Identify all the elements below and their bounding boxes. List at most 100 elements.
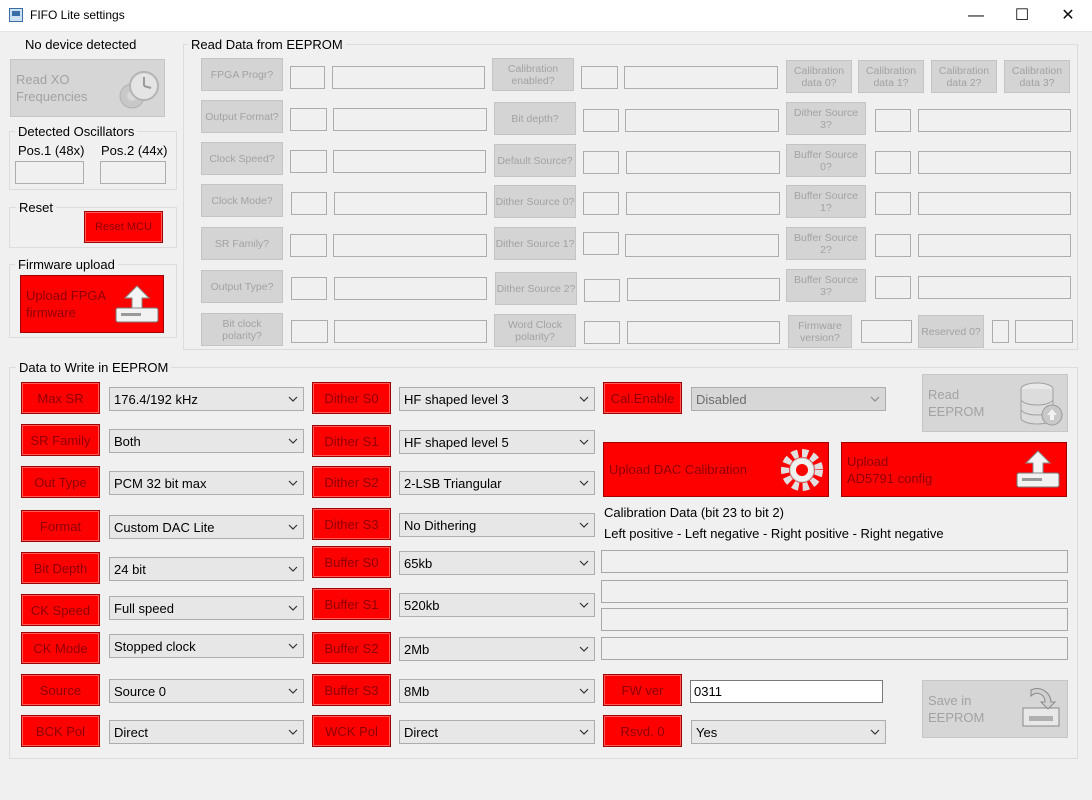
ck-mode-button[interactable]: CK Mode	[21, 632, 100, 664]
buffer-s2-select[interactable]: 2Mb	[399, 637, 595, 661]
rsvd-0-select[interactable]: Yes	[691, 720, 886, 744]
fpga-progr-button[interactable]: FPGA Progr?	[201, 58, 283, 91]
app-icon	[9, 8, 23, 22]
ck-speed-select[interactable]: Full speed	[109, 596, 304, 620]
word-clock-polarity-button[interactable]: Word Clock polarity?	[494, 314, 576, 347]
firmware-version-button[interactable]: Firmware version?	[788, 315, 852, 348]
output-type-button[interactable]: Output Type?	[201, 270, 283, 303]
buffer-s2-button[interactable]: Buffer S2	[312, 632, 391, 664]
calibration-field-right-negative[interactable]	[601, 637, 1068, 660]
cal-enable-button[interactable]: Cal.Enable	[603, 382, 682, 414]
buffer-s3-button[interactable]: Buffer S3	[312, 674, 391, 706]
calibration-data-3-button[interactable]: Calibration data 3?	[1004, 60, 1070, 93]
max-sr-button[interactable]: Max SR	[21, 382, 100, 414]
buffer-source-3-value	[875, 276, 911, 299]
upload-dac-calibration-button[interactable]: Upload DAC Calibration	[603, 442, 829, 497]
dither-s3-select[interactable]: No Dithering	[399, 513, 595, 537]
buffer-source-3-button[interactable]: Buffer Source 3?	[786, 269, 866, 302]
buffer-source-2-button[interactable]: Buffer Source 2?	[786, 227, 866, 260]
sr-family-write-button[interactable]: SR Family	[21, 424, 100, 456]
output-type-value	[291, 277, 327, 300]
calibration-data-0-button[interactable]: Calibration data 0?	[786, 60, 852, 93]
read-xo-frequencies-button[interactable]: Read XO Frequencies	[10, 59, 165, 117]
source-select[interactable]: Source 0	[109, 679, 304, 703]
chevron-down-icon	[288, 643, 298, 649]
dither-source-2-value	[584, 279, 620, 302]
source-button[interactable]: Source	[21, 674, 100, 706]
bit-depth-button[interactable]: Bit depth?	[494, 102, 576, 135]
calibration-enabled-button[interactable]: Calibration enabled?	[492, 58, 574, 91]
minimize-button[interactable]: —	[953, 0, 999, 32]
dither-source-0-value	[583, 192, 619, 215]
out-type-button[interactable]: Out Type	[21, 466, 100, 498]
calibration-field-left-negative[interactable]	[601, 580, 1068, 603]
buffer-source-1-button[interactable]: Buffer Source 1?	[786, 185, 866, 218]
calibration-field-right-positive[interactable]	[601, 608, 1068, 631]
buffer-source-0-desc	[918, 151, 1071, 174]
pos2-label: Pos.2 (44x)	[101, 143, 168, 158]
dither-s2-select[interactable]: 2-LSB Triangular	[399, 471, 595, 495]
maximize-button[interactable]: ☐	[999, 0, 1045, 32]
out-type-select[interactable]: PCM 32 bit max	[109, 471, 304, 495]
dither-source-0-button[interactable]: Dither Source 0?	[494, 185, 576, 218]
output-format-button[interactable]: Output Format?	[201, 100, 283, 133]
buffer-s0-button[interactable]: Buffer S0	[312, 546, 391, 578]
bit-depth-select[interactable]: 24 bit	[109, 557, 304, 581]
close-button[interactable]: ✕	[1045, 0, 1091, 32]
wck-pol-select[interactable]: Direct	[399, 720, 595, 744]
fw-ver-button[interactable]: FW ver	[603, 674, 682, 706]
reset-mcu-button[interactable]: Reset MCU	[84, 211, 163, 243]
bit-clock-polarity-button[interactable]: Bit clock polarity?	[201, 313, 283, 346]
clock-mode-button[interactable]: Clock Mode?	[201, 184, 283, 217]
cal-enable-select[interactable]: Disabled	[691, 387, 886, 411]
buffer-source-0-button[interactable]: Buffer Source 0?	[786, 144, 866, 177]
bit-depth-write-button[interactable]: Bit Depth	[21, 552, 100, 584]
sr-family-button[interactable]: SR Family?	[201, 227, 283, 260]
sr-family-select-value: Both	[114, 433, 141, 449]
dither-s0-select[interactable]: HF shaped level 3	[399, 387, 595, 411]
format-value: Custom DAC Lite	[114, 519, 215, 535]
calibration-data-1-button[interactable]: Calibration data 1?	[858, 60, 924, 93]
dither-source-3-button[interactable]: Dither Source 3?	[786, 102, 866, 135]
dither-s1-value: HF shaped level 5	[404, 434, 509, 450]
format-select[interactable]: Custom DAC Lite	[109, 515, 304, 539]
bit-clock-polarity-desc	[334, 320, 487, 343]
dither-source-2-button[interactable]: Dither Source 2?	[495, 272, 577, 305]
buffer-s3-select[interactable]: 8Mb	[399, 679, 595, 703]
upload-ad5791-config-button[interactable]: Upload AD5791 config	[841, 442, 1067, 497]
bck-pol-button[interactable]: BCK Pol	[21, 715, 100, 747]
pos1-field	[15, 161, 84, 184]
reserved-0-desc	[1015, 320, 1073, 343]
rsvd-0-button[interactable]: Rsvd. 0	[603, 715, 682, 747]
calibration-field-left-positive[interactable]	[601, 550, 1068, 573]
clock-speed-button[interactable]: Clock Speed?	[201, 142, 283, 175]
buffer-s1-select[interactable]: 520kb	[399, 593, 595, 617]
ck-speed-button[interactable]: CK Speed	[21, 594, 100, 626]
dither-s0-button[interactable]: Dither S0	[312, 382, 391, 414]
upload-fpga-firmware-button[interactable]: Upload FPGA firmware	[20, 275, 164, 333]
bck-pol-select[interactable]: Direct	[109, 720, 304, 744]
read-data-label: Read Data from EEPROM	[188, 37, 346, 52]
ck-mode-select[interactable]: Stopped clock	[109, 634, 304, 658]
buffer-s1-button[interactable]: Buffer S1	[312, 588, 391, 620]
fw-ver-input[interactable]: 0311	[690, 680, 883, 703]
calibration-data-2-button[interactable]: Calibration data 2?	[931, 60, 997, 93]
dither-s1-select[interactable]: HF shaped level 5	[399, 430, 595, 454]
read-eeprom-button[interactable]: Read EEPROM	[922, 374, 1068, 432]
default-source-button[interactable]: Default Source?	[494, 144, 576, 177]
upload-dac-calibration-label: Upload DAC Calibration	[609, 462, 748, 477]
save-in-eeprom-button[interactable]: Save in EEPROM	[922, 680, 1068, 738]
wck-pol-button[interactable]: WCK Pol	[312, 715, 391, 747]
dither-source-1-button[interactable]: Dither Source 1?	[494, 227, 576, 260]
max-sr-select[interactable]: 176.4/192 kHz	[109, 387, 304, 411]
buffer-s0-select[interactable]: 65kb	[399, 551, 595, 575]
reserved-0-button[interactable]: Reserved 0?	[918, 315, 984, 348]
dither-s3-button[interactable]: Dither S3	[312, 508, 391, 540]
dither-s2-button[interactable]: Dither S2	[312, 466, 391, 498]
sr-family-select[interactable]: Both	[109, 429, 304, 453]
save-drive-icon	[1022, 688, 1060, 727]
format-button[interactable]: Format	[21, 510, 100, 542]
reset-label: Reset	[16, 200, 56, 215]
dither-s2-value: 2-LSB Triangular	[404, 475, 502, 491]
dither-s1-button[interactable]: Dither S1	[312, 425, 391, 457]
